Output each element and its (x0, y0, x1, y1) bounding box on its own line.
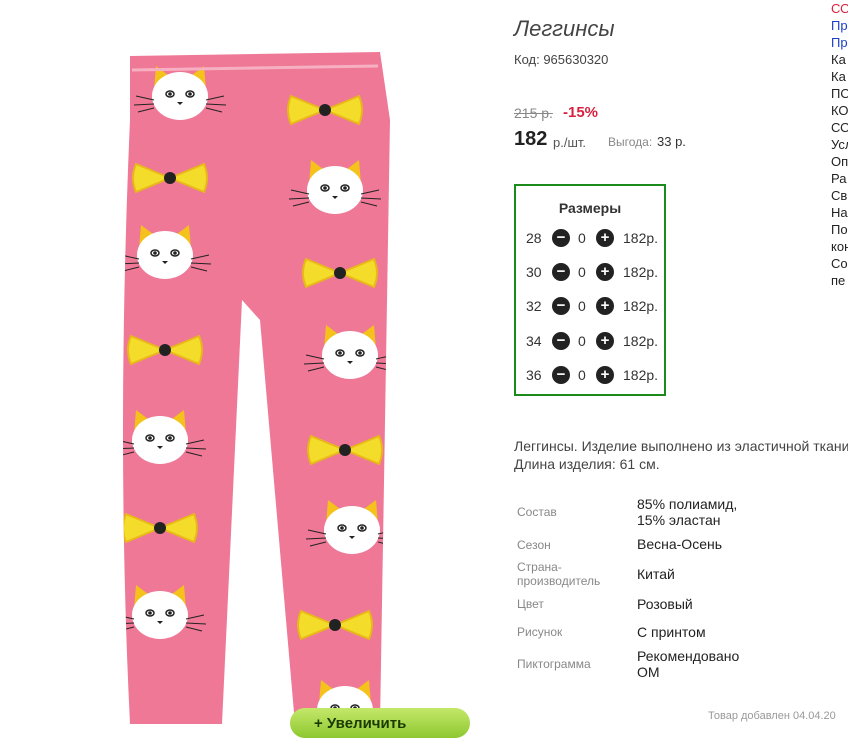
minus-circle-icon[interactable]: − (552, 297, 570, 315)
size-label: 34 (526, 333, 542, 349)
sidebar-link[interactable]: пе (831, 272, 848, 289)
prop-value-season: Весна-Осень (637, 536, 723, 552)
prop-value-country: Китай (637, 566, 675, 582)
sidebar-link[interactable]: Пр (831, 34, 848, 51)
prop-label-color: Цвет (517, 597, 544, 611)
sidebar-link[interactable]: кон (831, 238, 848, 255)
plus-circle-icon[interactable]: + (596, 366, 614, 384)
product-image[interactable] (90, 40, 430, 724)
minus-circle-icon[interactable]: − (552, 332, 570, 350)
size-label: 28 (526, 230, 542, 246)
minus-circle-icon[interactable]: − (552, 263, 570, 281)
prop-label-line: Страна- (517, 560, 562, 574)
size-price: 182р. (623, 230, 659, 246)
size-quantity: 0 (578, 230, 586, 246)
description-line: Леггинсы. Изделие выполнено из эластично… (514, 438, 848, 454)
size-price: 182р. (623, 298, 659, 314)
right-sidebar-links: СО Пр Пр Ка Ка ПО КО СО Усл Оп Ра Св На … (831, 0, 848, 289)
prop-label-season: Сезон (517, 538, 551, 552)
size-price: 182р. (623, 333, 659, 349)
minus-circle-icon[interactable]: − (552, 229, 570, 247)
sidebar-link[interactable]: На (831, 204, 848, 221)
size-label: 32 (526, 298, 542, 314)
prop-label-pattern: Рисунок (517, 625, 563, 639)
size-row: 30 − 0 + 182р. (516, 262, 664, 284)
prop-value-composition: 85% полиамид, 15% эластан (637, 496, 837, 528)
sidebar-link[interactable]: СО (831, 0, 848, 17)
plus-circle-icon[interactable]: + (596, 297, 614, 315)
size-price: 182р. (623, 264, 659, 280)
sidebar-link[interactable]: Усл (831, 136, 848, 153)
sidebar-link[interactable]: ПО (831, 85, 848, 102)
sidebar-link[interactable]: Оп (831, 153, 848, 170)
prop-label-composition: Состав (517, 505, 557, 519)
product-description: Леггинсы. Изделие выполнено из эластично… (514, 437, 848, 473)
benefit-label: Выгода: (608, 135, 653, 149)
added-date: Товар добавлен 04.04.20 (708, 710, 836, 722)
product-code: Код: 965630320 (514, 52, 609, 67)
zoom-button[interactable]: + Увеличить (290, 708, 470, 738)
prop-label-pictogram: Пиктограмма (517, 657, 591, 671)
size-label: 36 (526, 367, 542, 383)
product-title: Леггинсы (514, 16, 615, 41)
prop-value-pictogram: Рекомендовано ОМ (637, 648, 837, 680)
prop-value-color: Розовый (637, 596, 693, 612)
size-quantity: 0 (578, 333, 586, 349)
sidebar-link[interactable]: Со (831, 255, 848, 272)
plus-circle-icon[interactable]: + (596, 263, 614, 281)
prop-value-line: Рекомендовано (637, 648, 740, 664)
prop-label-country: Страна- производитель (517, 560, 627, 588)
size-quantity: 0 (578, 264, 586, 280)
sidebar-link[interactable]: Ка (831, 51, 848, 68)
prop-label-line: производитель (517, 574, 601, 588)
prop-value-line: ОМ (637, 664, 660, 680)
description-line: Длина изделия: 61 см. (514, 456, 660, 472)
size-quantity: 0 (578, 367, 586, 383)
old-price: 215 р. (514, 105, 553, 121)
size-row: 32 − 0 + 182р. (516, 296, 664, 318)
size-label: 30 (526, 264, 542, 280)
size-quantity: 0 (578, 298, 586, 314)
size-price: 182р. (623, 367, 659, 383)
discount-badge: -15% (563, 104, 599, 121)
sidebar-link[interactable]: Ра (831, 170, 848, 187)
plus-circle-icon[interactable]: + (596, 229, 614, 247)
sizes-title: Размеры (558, 200, 622, 216)
size-row: 34 − 0 + 182р. (516, 331, 664, 353)
sidebar-link[interactable]: СО (831, 119, 848, 136)
size-row: 28 − 0 + 182р. (516, 228, 664, 250)
sidebar-link[interactable]: Пр (831, 17, 848, 34)
plus-circle-icon[interactable]: + (596, 332, 614, 350)
prop-value-pattern: С принтом (637, 624, 706, 640)
price-unit: р./шт. (553, 135, 587, 150)
sidebar-link[interactable]: По (831, 221, 848, 238)
sidebar-link[interactable]: Ка (831, 68, 848, 85)
size-row: 36 − 0 + 182р. (516, 365, 664, 387)
current-price: 182 (514, 128, 548, 150)
minus-circle-icon[interactable]: − (552, 366, 570, 384)
prop-value-line: 15% эластан (637, 512, 721, 528)
sidebar-link[interactable]: Св (831, 187, 848, 204)
sizes-panel: Размеры 28 − 0 + 182р. 30 − 0 + 182р. 32… (514, 184, 666, 396)
benefit-value: 33 р. (657, 134, 686, 149)
prop-value-line: 85% полиамид, (637, 496, 738, 512)
sidebar-link[interactable]: КО (831, 102, 848, 119)
